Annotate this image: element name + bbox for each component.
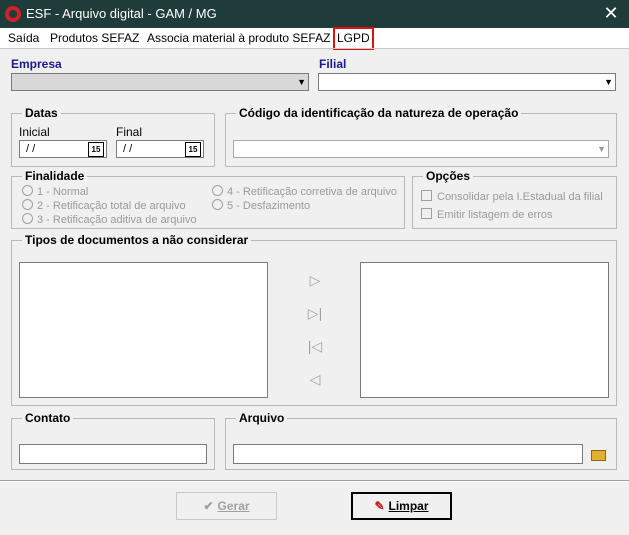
menu-separator <box>0 48 629 49</box>
inicial-date-field[interactable]: / / 15 <box>19 140 107 158</box>
final-label: Final <box>116 125 143 139</box>
filial-label: Filial <box>319 57 347 71</box>
move-right-icon[interactable]: ▷ <box>307 272 323 289</box>
tipos-legend: Tipos de documentos a não considerar <box>22 233 252 247</box>
folder-icon[interactable] <box>591 450 606 461</box>
radio-label: 5 - Desfazimento <box>227 200 311 212</box>
move-all-right-icon[interactable]: ▷| <box>307 305 323 322</box>
empresa-combo[interactable]: ▼ <box>11 73 309 91</box>
chevron-down-icon[interactable]: ▼ <box>297 77 306 87</box>
checkbox-emitir-erros[interactable]: Emitir listagem de erros <box>421 208 553 221</box>
natureza-legend: Código da identificação da natureza de o… <box>236 106 522 120</box>
menu-item-produtos-sefaz[interactable]: Produtos SEFAZ <box>50 31 139 45</box>
arquivo-input[interactable] <box>233 444 583 464</box>
menu-item-lgpd[interactable]: LGPD <box>333 27 374 50</box>
checkbox-consolidar[interactable]: Consolidar pela I.Estadual da filial <box>421 190 603 203</box>
close-icon[interactable]: ✕ <box>601 3 621 23</box>
final-date-value: / / <box>123 143 133 155</box>
gerar-label: Gerar <box>217 499 250 513</box>
footer-separator-highlight <box>0 481 629 482</box>
datas-legend: Datas <box>22 106 61 120</box>
chevron-down-icon[interactable]: ▼ <box>597 144 606 154</box>
eraser-icon: ✎ <box>374 499 385 513</box>
radio-finalidade-3[interactable]: 3 - Retificação aditiva de arquivo <box>22 213 197 226</box>
radio-label: 1 - Normal <box>37 186 89 198</box>
checkbox-label: Emitir listagem de erros <box>437 209 553 221</box>
menu-item-saida[interactable]: Saída <box>8 31 39 45</box>
chevron-down-icon[interactable]: ▼ <box>604 77 613 87</box>
radio-label: 4 - Retificação corretiva de arquivo <box>227 186 397 198</box>
limpar-button[interactable]: ✎ Limpar <box>351 492 452 520</box>
app-logo-icon <box>5 6 21 22</box>
opcoes-legend: Opções <box>423 169 474 183</box>
contato-legend: Contato <box>22 411 74 425</box>
radio-finalidade-2[interactable]: 2 - Retificação total de arquivo <box>22 199 186 212</box>
arquivo-legend: Arquivo <box>236 411 288 425</box>
check-icon: ✔ <box>203 499 214 513</box>
contato-input[interactable] <box>19 444 207 464</box>
checkbox-label: Consolidar pela I.Estadual da filial <box>437 191 603 203</box>
empresa-label: Empresa <box>11 57 62 71</box>
radio-label: 2 - Retificação total de arquivo <box>37 200 186 212</box>
radio-finalidade-5[interactable]: 5 - Desfazimento <box>212 199 310 212</box>
move-left-icon[interactable]: ◁ <box>307 371 323 388</box>
menu-bar: Saída Produtos SEFAZ Associa material à … <box>0 27 629 50</box>
natureza-combo[interactable]: ▼ <box>233 140 609 158</box>
available-types-list[interactable] <box>19 262 268 398</box>
window-title: ESF - Arquivo digital - GAM / MG <box>26 6 217 21</box>
finalidade-legend: Finalidade <box>22 169 88 183</box>
gerar-button[interactable]: ✔ Gerar <box>176 492 277 520</box>
limpar-label: Limpar <box>388 499 429 513</box>
radio-finalidade-4[interactable]: 4 - Retificação corretiva de arquivo <box>212 185 397 198</box>
title-bar: ESF - Arquivo digital - GAM / MG ✕ <box>0 0 629 28</box>
move-all-left-icon[interactable]: |◁ <box>307 338 323 355</box>
calendar-icon[interactable]: 15 <box>88 142 104 157</box>
inicial-label: Inicial <box>19 125 50 139</box>
excluded-types-list[interactable] <box>360 262 609 398</box>
radio-label: 3 - Retificação aditiva de arquivo <box>37 214 197 226</box>
inicial-date-value: / / <box>26 143 36 155</box>
menu-item-associa-material[interactable]: Associa material à produto SEFAZ <box>147 31 330 45</box>
calendar-icon[interactable]: 15 <box>185 142 201 157</box>
final-date-field[interactable]: / / 15 <box>116 140 204 158</box>
radio-finalidade-1[interactable]: 1 - Normal <box>22 185 88 198</box>
filial-combo[interactable]: ▼ <box>318 73 616 91</box>
